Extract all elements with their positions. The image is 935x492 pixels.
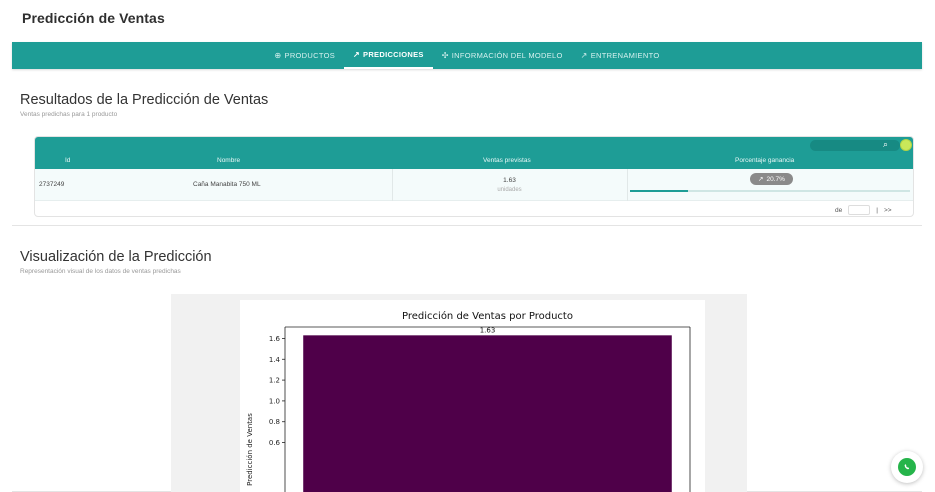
chart-y-tick-label: 1.6 [269,335,281,343]
chart-figure: Predicción de Ventas por Producto 1.63 0.6… [240,300,705,492]
page-input[interactable] [848,205,871,215]
table-row[interactable]: 2737249 Caña Manabita 750 ML 1.63 unidad… [35,169,913,201]
tab-predicciones[interactable]: ↗ PREDICCIONES [344,42,433,69]
tab-informacion-modelo[interactable]: ✣ INFORMACIÓN DEL MODELO [433,42,572,69]
cell-sales-unit: unidades [497,187,522,193]
search-icon[interactable]: ⌕ [883,139,888,150]
chart-bar [303,335,672,492]
top-navbar: ⊕ PRODUCTOS ↗ PREDICCIONES ✣ INFORMACIÓN… [12,42,922,69]
chart-data-label: 1.63 [480,326,496,334]
results-table: ⌕ Id Nombre Ventas previstas Porcentaje … [34,136,914,217]
cell-id: 2737249 [39,181,65,188]
column-divider [392,169,393,201]
chart-y-label: Predicción de Ventas [246,413,254,486]
plus-circle-icon: ⊕ [274,51,282,60]
margin-progress-fill [630,190,688,192]
cell-name: Caña Manabita 750 ML [193,181,261,188]
margin-progress-bar [630,190,910,192]
column-header-id[interactable]: Id [65,157,70,164]
margin-badge: ↗ 20.7% [750,173,793,185]
column-divider [627,169,628,201]
tab-label: PREDICCIONES [363,50,424,59]
table-header: ⌕ Id Nombre Ventas previstas Porcentaje … [35,137,913,169]
tab-productos[interactable]: ⊕ PRODUCTOS [266,42,345,69]
tab-entrenamiento[interactable]: ↗ ENTRENAMIENTO [572,42,669,69]
pager-of-label: de [835,206,843,214]
pager-separator: | [876,206,878,214]
trend-icon: ↗ [580,51,588,60]
bar-chart: Predicción de Ventas por Producto 1.63 0.6… [246,310,691,492]
chart-y-tick-label: 0.6 [269,439,281,447]
column-header-name[interactable]: Nombre [217,157,240,164]
app-title: Predicción de Ventas [22,10,165,26]
results-subtitle: Ventas predichas para 1 producto [20,111,118,118]
trend-icon: ↗ [758,176,764,183]
column-header-sales[interactable]: Ventas previstas [483,157,531,164]
cell-sales-value: 1.63 [503,177,516,184]
next-page-button[interactable]: >> [884,207,892,214]
tab-label: ENTRENAMIENTO [590,51,660,60]
visualization-card: Visualización de la Predicción Represent… [12,243,922,492]
pagination: de | >> [835,205,892,215]
column-header-margin[interactable]: Porcentaje ganancia [735,157,794,164]
trend-icon: ↗ [353,50,361,59]
tab-label: INFORMACIÓN DEL MODELO [451,51,563,60]
whatsapp-icon [898,458,916,476]
tab-label: PRODUCTOS [284,51,336,60]
chart-y-tick-label: 1.2 [269,377,280,385]
visualization-subtitle: Representación visual de los datos de ve… [20,268,181,275]
model-icon: ✣ [441,51,449,60]
results-title: Resultados de la Predicción de Ventas [20,92,269,108]
chart-y-tick-label: 1.4 [269,356,281,364]
visualization-title: Visualización de la Predicción [20,249,212,265]
chart-y-tick-label: 1.0 [269,397,280,405]
whatsapp-button[interactable] [891,451,923,483]
chart-y-tick-label: 0.8 [269,418,280,426]
results-card: Resultados de la Predicción de Ventas Ve… [12,88,922,226]
chart-title: Predicción de Ventas por Producto [402,310,573,322]
margin-value: 20.7% [766,175,785,183]
nav-tabs: ⊕ PRODUCTOS ↗ PREDICCIONES ✣ INFORMACIÓN… [12,42,922,69]
toggle-button[interactable] [900,139,912,151]
